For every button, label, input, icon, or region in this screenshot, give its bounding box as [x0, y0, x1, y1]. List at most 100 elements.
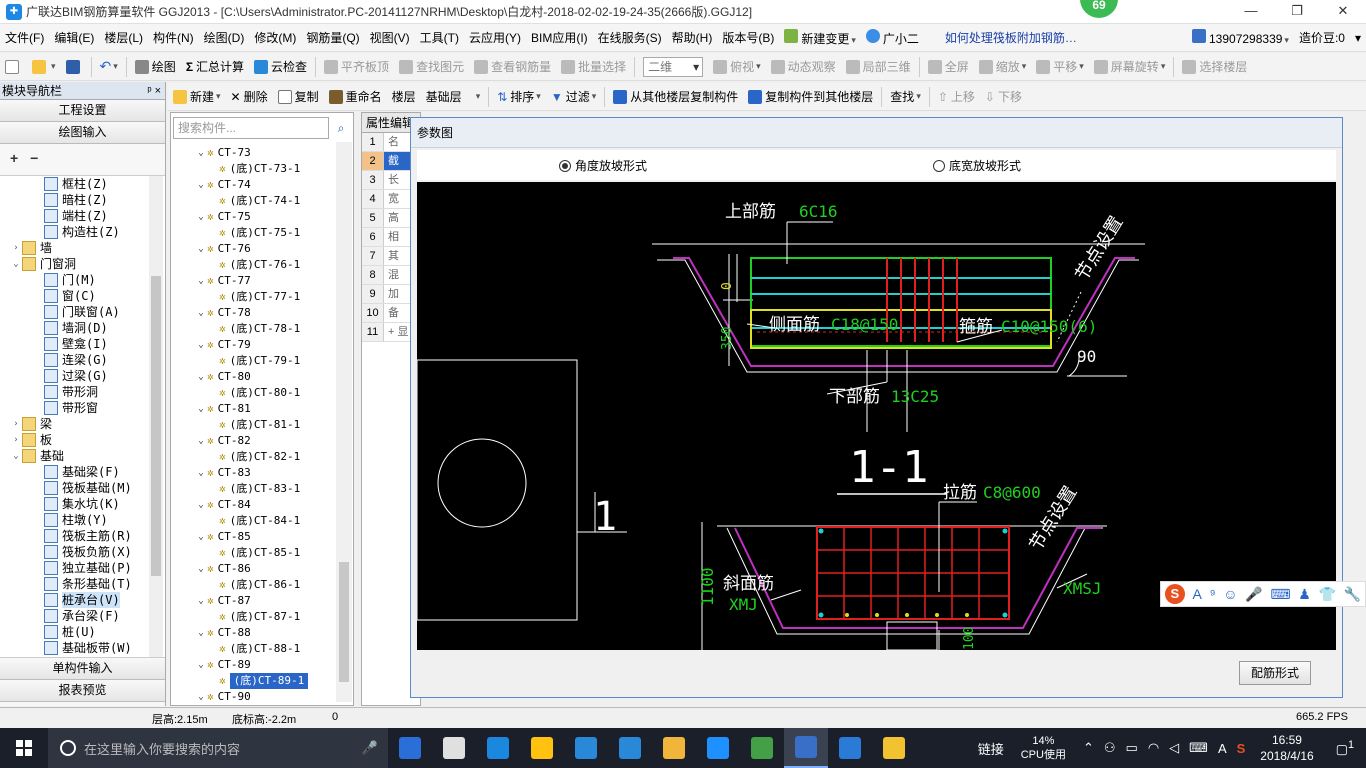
component-item[interactable]: ✲ (底)CT-83-1	[171, 481, 339, 497]
component-group[interactable]: ⌄ ✲ CT-77	[171, 273, 339, 289]
taskbar-app-icon[interactable]	[432, 728, 476, 768]
component-group[interactable]: ⌄ ✲ CT-82	[171, 433, 339, 449]
nav-tree-item[interactable]: 墙洞(D)	[0, 320, 165, 336]
ime-settings-icon[interactable]: 🔧	[1344, 586, 1361, 603]
delete-button[interactable]: ✕ 删除	[226, 85, 273, 109]
copy-button[interactable]: 复制	[273, 85, 324, 109]
menu-tools[interactable]: 工具(T)	[415, 29, 464, 46]
nav-tree-item[interactable]: 柱墩(Y)	[0, 512, 165, 528]
taskbar-app-icon[interactable]	[520, 728, 564, 768]
component-group[interactable]: ⌄ ✲ CT-85	[171, 529, 339, 545]
menu-edit[interactable]: 编辑(E)	[49, 29, 99, 46]
angle-slope-radio[interactable]: 角度放坡形式	[559, 157, 647, 174]
taskbar-app-icon[interactable]	[872, 728, 916, 768]
expand-toggle-icon[interactable]: ⌄	[195, 433, 207, 449]
menu-component[interactable]: 构件(N)	[148, 29, 199, 46]
cloud-check-button[interactable]: 云检查	[249, 55, 312, 79]
battery-icon[interactable]: ▭	[1121, 740, 1143, 756]
component-item[interactable]: ✲ (底)CT-79-1	[171, 353, 339, 369]
nav-tree-item[interactable]: 带形窗	[0, 400, 165, 416]
taskbar-app-icon[interactable]	[652, 728, 696, 768]
taskbar-app-icon[interactable]	[696, 728, 740, 768]
menu-draw[interactable]: 绘图(D)	[199, 29, 250, 46]
new-component-button[interactable]: 新建 ▾	[168, 85, 226, 109]
restore-button[interactable]: ❐	[1274, 0, 1320, 24]
expand-toggle-icon[interactable]: ⌄	[195, 337, 207, 353]
keyboard-icon[interactable]: ⌨	[1184, 740, 1213, 756]
component-group[interactable]: ⌄ ✲ CT-88	[171, 625, 339, 641]
taskbar-app-icon[interactable]	[388, 728, 432, 768]
expand-toggle-icon[interactable]: ⌄	[195, 593, 207, 609]
volume-icon[interactable]: ◁	[1164, 740, 1184, 756]
component-search-input[interactable]: 搜索构件...	[173, 117, 329, 139]
copy-to-floor-button[interactable]: 复制构件到其他楼层	[743, 85, 878, 109]
expand-toggle-icon[interactable]: ⌄	[195, 529, 207, 545]
sogou-tray-icon[interactable]: S	[1232, 741, 1251, 756]
find-button[interactable]: 查找 ▾	[885, 85, 926, 109]
menu-rebar-qty[interactable]: 钢筋量(Q)	[301, 29, 364, 46]
single-input-button[interactable]: 单构件输入	[0, 658, 165, 680]
sort-button[interactable]: ⇅ 排序 ▾	[492, 85, 546, 109]
nav-tree-item[interactable]: 基础梁(F)	[0, 464, 165, 480]
align-top-button[interactable]: 平齐板顶	[319, 55, 394, 79]
component-group[interactable]: ⌄ ✲ CT-81	[171, 401, 339, 417]
floor-select[interactable]: 基础层 ▾	[421, 85, 486, 109]
price-beans[interactable]: 造价豆:0	[1294, 29, 1350, 46]
nav-tree-item[interactable]: 筏板基础(M)	[0, 480, 165, 496]
parameter-drawing-canvas[interactable]: 1 上部筋 6C16 侧面筋 C18@150 箍筋 C10@150(6) 下部筋…	[417, 182, 1336, 650]
nav-tree-item[interactable]: 筏板负筋(X)	[0, 544, 165, 560]
chevron-up-icon[interactable]: ⌃	[1078, 740, 1099, 756]
nav-tree-item[interactable]: › 墙	[0, 240, 165, 256]
new-file-icon[interactable]	[0, 55, 27, 79]
menu-version[interactable]: 版本号(B)	[717, 29, 779, 46]
expand-toggle-icon[interactable]: ›	[10, 432, 22, 448]
expand-toggle-icon[interactable]: ⌄	[195, 689, 207, 705]
nav-tree-item[interactable]: 独立基础(P)	[0, 560, 165, 576]
expand-toggle-icon[interactable]: ⌄	[195, 497, 207, 513]
menu-modify[interactable]: 修改(M)	[249, 29, 301, 46]
sum-calc-button[interactable]: Σ 汇总计算	[181, 55, 249, 79]
assistant-menu[interactable]: 广小二	[861, 28, 924, 47]
ime-keyboard-icon[interactable]: ⌨	[1270, 586, 1290, 603]
copy-from-floor-button[interactable]: 从其他楼层复制构件	[608, 85, 743, 109]
component-item[interactable]: ✲ (底)CT-84-1	[171, 513, 339, 529]
component-item[interactable]: ✲ (底)CT-73-1	[171, 161, 339, 177]
report-preview-button[interactable]: 报表预览	[0, 680, 165, 702]
nav-tree-item[interactable]: › 梁	[0, 416, 165, 432]
menu-help[interactable]: 帮助(H)	[667, 29, 718, 46]
component-scrollbar[interactable]	[336, 142, 352, 702]
ime-skin-icon[interactable]: ♟	[1298, 586, 1311, 603]
taskbar-app-icon[interactable]	[828, 728, 872, 768]
menu-view[interactable]: 视图(V)	[365, 29, 415, 46]
component-group[interactable]: ⌄ ✲ CT-83	[171, 465, 339, 481]
component-group[interactable]: ⌄ ✲ CT-90	[171, 689, 339, 705]
component-group[interactable]: ⌄ ✲ CT-84	[171, 497, 339, 513]
component-item[interactable]: ✲ (底)CT-74-1	[171, 193, 339, 209]
expand-toggle-icon[interactable]: ⌄	[10, 256, 22, 272]
search-icon[interactable]: ⌕	[331, 117, 351, 139]
nav-tree-item[interactable]: 门(M)	[0, 272, 165, 288]
expand-toggle-icon[interactable]: ⌄	[195, 145, 207, 161]
component-group[interactable]: ⌄ ✲ CT-87	[171, 593, 339, 609]
menu-online[interactable]: 在线服务(S)	[593, 29, 667, 46]
ime-emoji-icon[interactable]: ☺	[1223, 586, 1237, 602]
tray-link-label[interactable]: 链接	[973, 739, 1009, 758]
top-view-button[interactable]: 俯视 ▾	[708, 55, 766, 79]
help-link[interactable]: 如何处理筏板附加钢筋…	[940, 29, 1082, 46]
notification-badge[interactable]: 69	[1080, 0, 1118, 18]
nav-tree-item[interactable]: 过梁(G)	[0, 368, 165, 384]
nav-tree-item[interactable]: 门联窗(A)	[0, 304, 165, 320]
ime-punct-icon[interactable]: ⁹	[1210, 586, 1216, 602]
undo-icon[interactable]: ↶ ▾	[95, 55, 123, 79]
expand-toggle-icon[interactable]: ⌄	[195, 305, 207, 321]
nav-tree-item[interactable]: 桩(U)	[0, 624, 165, 640]
select-floor-button[interactable]: 选择楼层	[1177, 55, 1252, 79]
component-item[interactable]: ✲ (底)CT-78-1	[171, 321, 339, 337]
component-group[interactable]: ⌄ ✲ CT-89	[171, 657, 339, 673]
sogou-logo-icon[interactable]: S	[1164, 584, 1185, 604]
nav-tree-item[interactable]: 带形洞	[0, 384, 165, 400]
view-rebar-button[interactable]: 查看钢筋量	[469, 55, 556, 79]
nav-scroll-thumb[interactable]	[151, 276, 161, 576]
rotate-button[interactable]: 屏幕旋转 ▾	[1089, 55, 1171, 79]
expand-toggle-icon[interactable]: ›	[10, 416, 22, 432]
